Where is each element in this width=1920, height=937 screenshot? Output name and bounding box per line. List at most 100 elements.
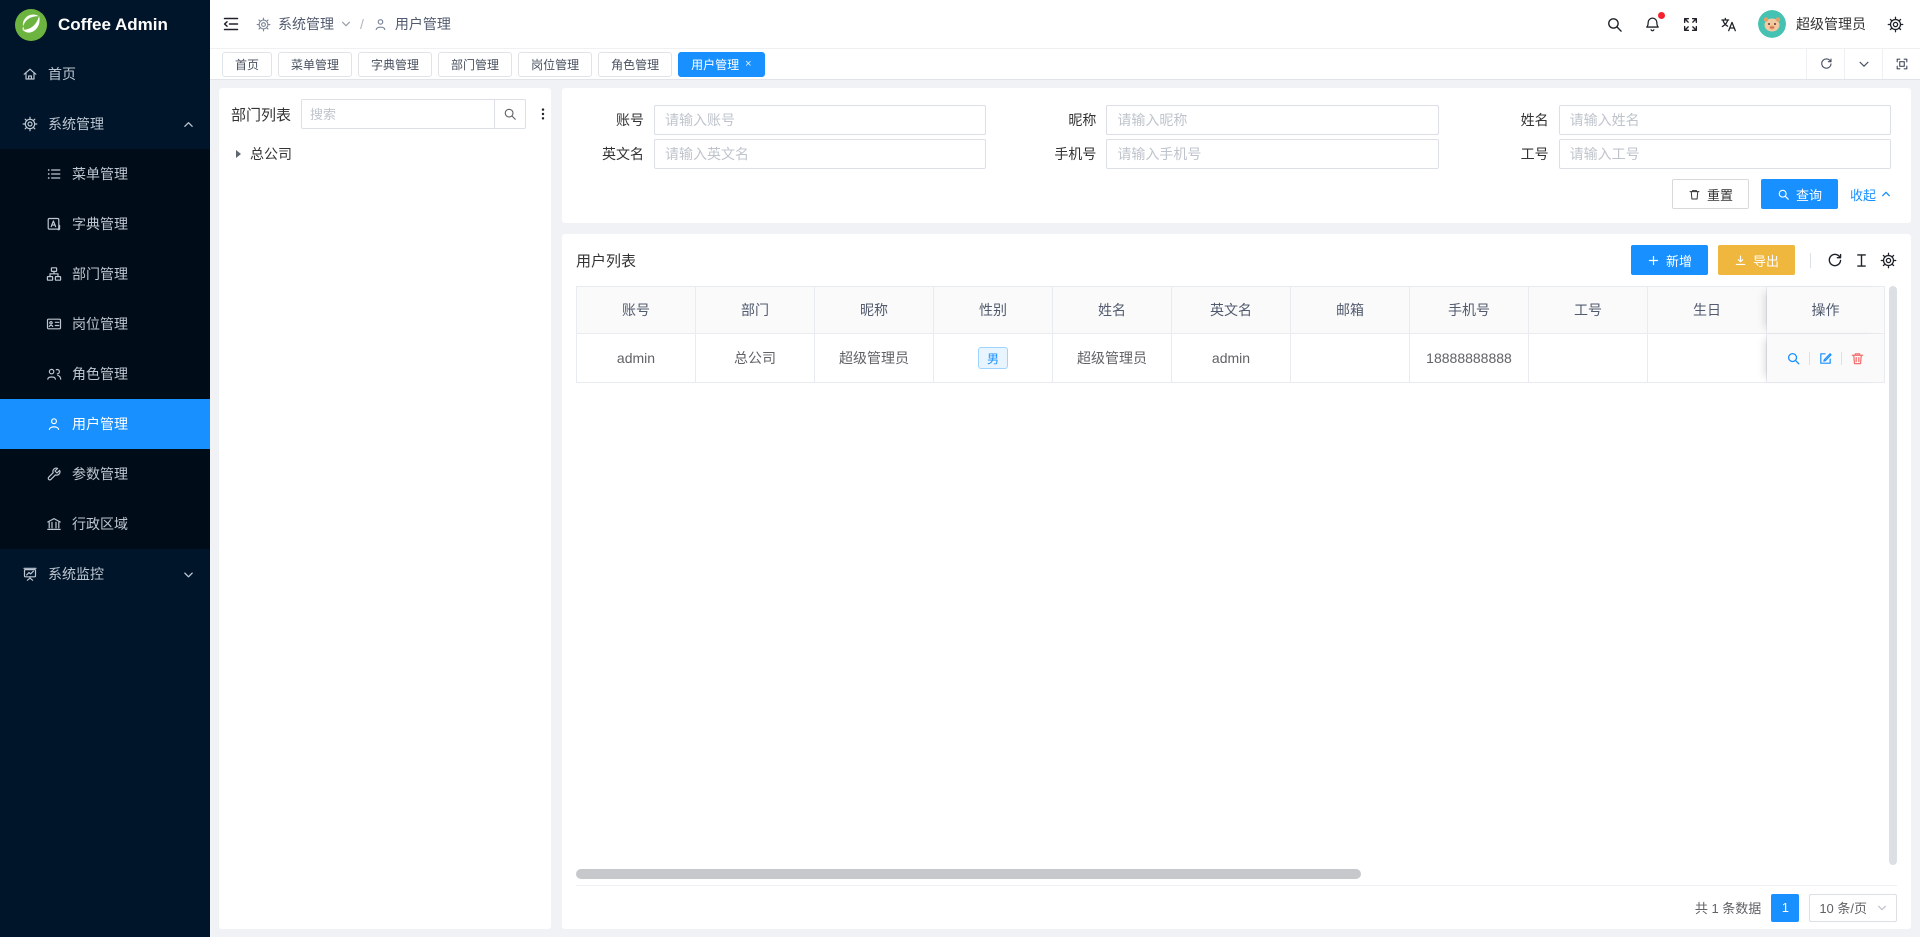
- user-name[interactable]: 超级管理员: [1796, 14, 1866, 34]
- column-header: 账号: [576, 287, 696, 333]
- page-tabs: 首页 菜单管理 字典管理 部门管理 岗位管理 角色管理 用户管理 ×: [210, 49, 1920, 80]
- column-header: 生日: [1648, 287, 1767, 333]
- caret-right-icon[interactable]: [236, 150, 241, 158]
- field-account: 账号: [582, 104, 986, 135]
- sidebar-item-label: 系统管理: [48, 114, 173, 134]
- notification-bell-icon[interactable]: [1644, 16, 1661, 33]
- search-label: 查询: [1796, 185, 1822, 204]
- add-user-button[interactable]: 新增: [1631, 245, 1708, 275]
- tab-post-manage[interactable]: 岗位管理: [518, 52, 592, 77]
- column-header: 姓名: [1053, 287, 1172, 333]
- sex-tag: 男: [978, 347, 1008, 369]
- nickname-input[interactable]: [1106, 105, 1438, 135]
- menu-fold-icon[interactable]: [222, 15, 240, 33]
- cell-birthday: [1648, 334, 1767, 382]
- dept-search-button[interactable]: [494, 99, 526, 129]
- plus-icon: [1647, 254, 1660, 267]
- right-column: 账号 昵称 姓名 英文名: [562, 88, 1911, 929]
- column-header: 部门: [696, 287, 815, 333]
- column-settings-gear-icon[interactable]: [1880, 252, 1897, 269]
- collapse-link[interactable]: 收起: [1850, 185, 1891, 204]
- reset-button[interactable]: 重置: [1672, 179, 1749, 209]
- settings-gear-icon[interactable]: [1887, 16, 1904, 33]
- sidebar-item-post-manage[interactable]: 岗位管理: [0, 299, 210, 349]
- tab-close-icon[interactable]: ×: [745, 59, 751, 70]
- tab-dept-manage[interactable]: 部门管理: [438, 52, 512, 77]
- sidebar-item-label: 行政区域: [72, 514, 194, 534]
- refresh-icon[interactable]: [1826, 252, 1843, 269]
- delete-button[interactable]: [1850, 351, 1865, 366]
- search-icon: [1777, 188, 1790, 201]
- tab-menu-manage[interactable]: 菜单管理: [278, 52, 352, 77]
- sidebar-item-dept-manage[interactable]: 部门管理: [0, 249, 210, 299]
- kebab-menu-icon[interactable]: [534, 105, 552, 123]
- fullscreen-icon[interactable]: [1682, 16, 1699, 33]
- phone-input[interactable]: [1106, 139, 1438, 169]
- name-input[interactable]: [1559, 105, 1891, 135]
- bank-icon: [46, 516, 62, 532]
- user-list-header: 用户列表 新增 导出: [576, 234, 1897, 286]
- tab-label: 用户管理: [691, 56, 739, 73]
- column-header: 英文名: [1172, 287, 1291, 333]
- dept-search-input[interactable]: [301, 99, 494, 129]
- export-button[interactable]: 导出: [1718, 245, 1795, 275]
- row-height-icon[interactable]: [1853, 252, 1870, 269]
- column-header: 邮箱: [1291, 287, 1410, 333]
- sidebar-item-admin-region[interactable]: 行政区域: [0, 499, 210, 549]
- search-button[interactable]: 查询: [1761, 179, 1838, 209]
- dept-panel: 部门列表 总公司: [219, 88, 551, 929]
- chevron-down-icon[interactable]: [341, 19, 351, 29]
- tab-label: 部门管理: [451, 56, 499, 73]
- app-root: Coffee Admin 首页 系统管理 菜单管理 字典管理: [0, 0, 1920, 937]
- tab-user-manage[interactable]: 用户管理 ×: [678, 52, 764, 77]
- page-number-button[interactable]: 1: [1771, 894, 1799, 922]
- page-size-select[interactable]: 10 条/页: [1809, 894, 1897, 922]
- translate-icon[interactable]: [1720, 16, 1737, 33]
- vertical-scrollbar[interactable]: [1889, 286, 1897, 865]
- en-name-input[interactable]: [654, 139, 986, 169]
- sidebar-item-label: 部门管理: [72, 264, 194, 284]
- sidebar-item-label: 用户管理: [72, 414, 194, 434]
- page-size-value: 10 条/页: [1819, 898, 1867, 917]
- sidebar-item-user-manage[interactable]: 用户管理: [0, 399, 210, 449]
- sidebar-item-menu-manage[interactable]: 菜单管理: [0, 149, 210, 199]
- field-job-no: 工号: [1487, 138, 1891, 169]
- tree-node-company[interactable]: 总公司: [231, 140, 539, 168]
- field-label: 账号: [582, 110, 644, 130]
- cell-email: [1291, 334, 1410, 382]
- filter-fields: 账号 昵称 姓名 英文名: [582, 104, 1891, 169]
- chevron-down-icon: [183, 569, 194, 580]
- sidebar-item-dict-manage[interactable]: 字典管理: [0, 199, 210, 249]
- horizontal-scrollbar-thumb[interactable]: [576, 869, 1361, 879]
- tab-label: 菜单管理: [291, 56, 339, 73]
- breadcrumb-item[interactable]: 系统管理: [278, 14, 334, 34]
- user-avatar[interactable]: [1758, 10, 1786, 38]
- tab-home[interactable]: 首页: [222, 52, 272, 77]
- job-no-input[interactable]: [1559, 139, 1891, 169]
- add-label: 新增: [1666, 251, 1692, 270]
- roles-icon: [46, 366, 62, 382]
- view-button[interactable]: [1786, 351, 1801, 366]
- account-input[interactable]: [654, 105, 986, 135]
- sidebar-item-role-manage[interactable]: 角色管理: [0, 349, 210, 399]
- cell-dept: 总公司: [696, 334, 815, 382]
- column-header: 性别: [934, 287, 1053, 333]
- collapse-label: 收起: [1850, 185, 1876, 204]
- edit-button[interactable]: [1818, 351, 1833, 366]
- sidebar: Coffee Admin 首页 系统管理 菜单管理 字典管理: [0, 0, 210, 937]
- action-divider: [1841, 352, 1842, 365]
- tab-role-manage[interactable]: 角色管理: [598, 52, 672, 77]
- sidebar-item-system-manage[interactable]: 系统管理: [0, 99, 210, 149]
- search-icon[interactable]: [1606, 16, 1623, 33]
- notification-dot: [1658, 12, 1665, 19]
- refresh-icon[interactable]: [1806, 49, 1844, 79]
- field-nickname: 昵称: [1034, 104, 1438, 135]
- sidebar-item-param-manage[interactable]: 参数管理: [0, 449, 210, 499]
- tab-dict-manage[interactable]: 字典管理: [358, 52, 432, 77]
- sidebar-item-system-monitor[interactable]: 系统监控: [0, 549, 210, 599]
- breadcrumb-item-current: 用户管理: [395, 14, 451, 34]
- chevron-down-icon[interactable]: [1844, 49, 1882, 79]
- maximize-icon[interactable]: [1882, 49, 1920, 79]
- org-chart-icon: [46, 266, 62, 282]
- sidebar-item-home[interactable]: 首页: [0, 49, 210, 99]
